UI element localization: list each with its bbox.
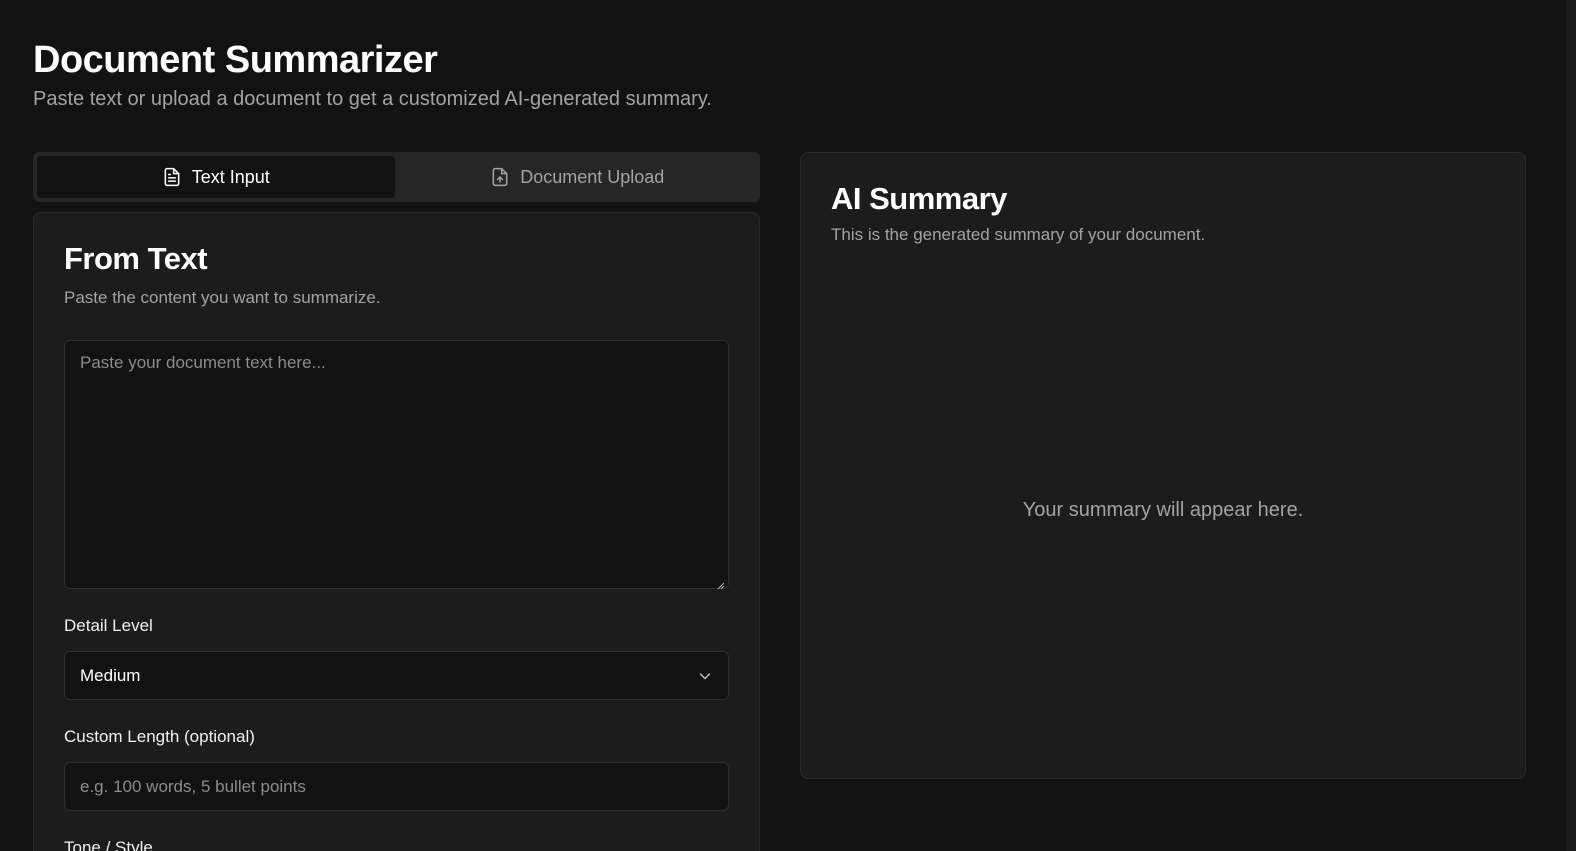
card-description: Paste the content you want to summarize. (64, 288, 381, 307)
chevron-down-icon (697, 668, 713, 684)
resize-handle-icon[interactable] (717, 577, 725, 590)
summary-card: AI Summary This is the generated summary… (800, 152, 1526, 779)
tab-text-input[interactable]: Text Input (37, 156, 395, 198)
detail-level-label: Detail Level (64, 616, 153, 635)
document-textarea[interactable] (65, 341, 728, 588)
page-title: Document Summarizer (33, 39, 438, 81)
detail-level-value: Medium (80, 665, 141, 685)
page-scrollbar[interactable] (1566, 0, 1576, 851)
page: Document Summarizer Paste text or upload… (0, 0, 1576, 851)
tab-document-upload-label: Document Upload (520, 166, 665, 187)
detail-level-select[interactable]: Medium (64, 651, 729, 700)
document-textarea-wrapper (64, 340, 729, 590)
custom-length-label: Custom Length (optional) (64, 727, 255, 746)
tab-document-upload[interactable]: Document Upload (399, 156, 757, 198)
tab-text-input-label: Text Input (191, 166, 270, 187)
header: Document Summarizer Paste text or upload… (33, 38, 712, 112)
summary-placeholder: Your summary will appear here. (1022, 499, 1304, 521)
file-upload-icon (490, 167, 510, 187)
summary-description: This is the generated summary of your do… (831, 225, 1206, 244)
page-subtitle: Paste text or upload a document to get a… (33, 88, 712, 110)
summary-title: AI Summary (831, 181, 1007, 216)
card-title: From Text (64, 241, 208, 276)
tab-bar: Text Input Document Upload (33, 152, 760, 202)
custom-length-input[interactable] (64, 762, 729, 811)
tone-style-label: Tone / Style (64, 838, 153, 851)
input-column: Text Input Document Upload From Text Pas… (33, 152, 760, 851)
file-text-icon (162, 167, 182, 187)
text-input-card: From Text Paste the content you want to … (33, 212, 760, 851)
